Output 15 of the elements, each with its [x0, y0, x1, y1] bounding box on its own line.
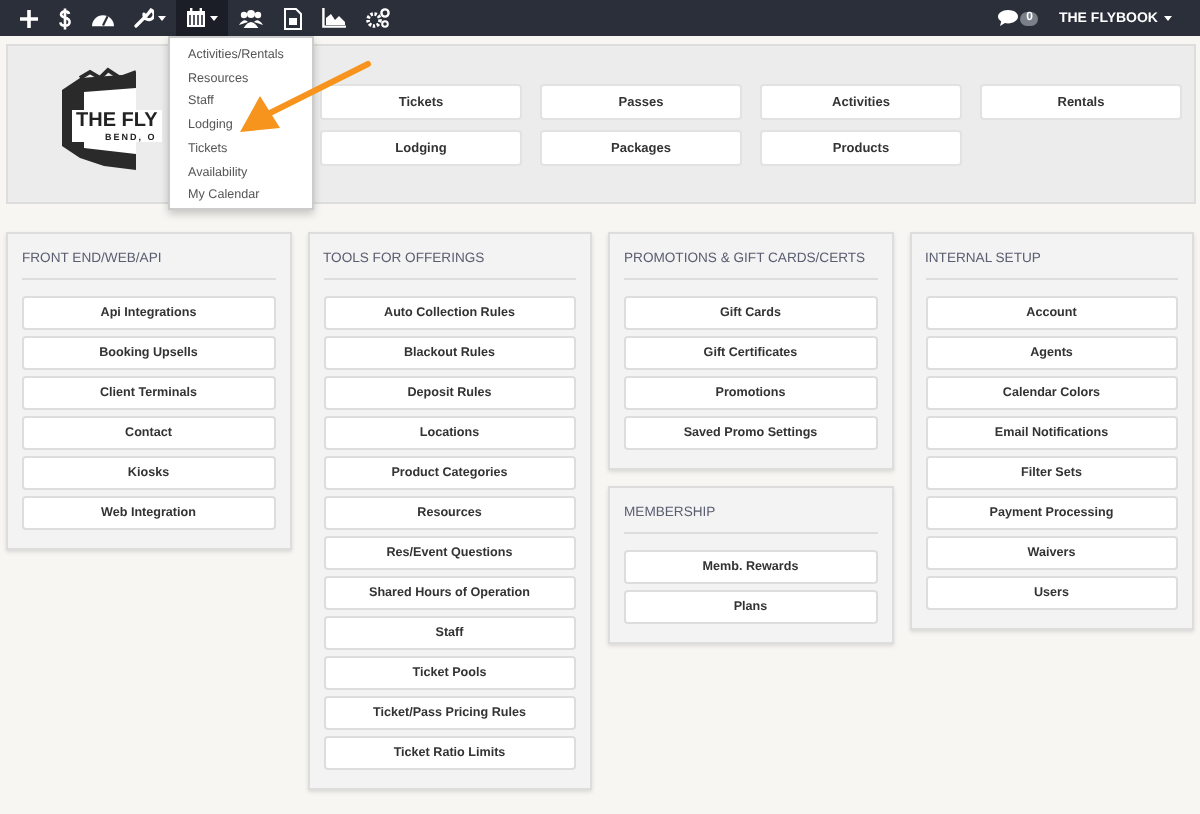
logo-title: THE FLY — [76, 110, 158, 132]
gears-icon — [366, 8, 390, 28]
area-chart-icon — [322, 8, 346, 28]
users-icon — [238, 9, 264, 27]
caret-icon — [1164, 15, 1172, 21]
gauge-icon — [92, 9, 114, 27]
calendar-icon — [186, 8, 206, 28]
caret-icon — [158, 15, 166, 21]
wrench-icon — [134, 8, 154, 28]
calendar-menu[interactable] — [176, 0, 228, 36]
chat-bubble-icon — [998, 10, 1019, 26]
plus-icon — [20, 9, 38, 27]
caret-icon — [210, 15, 218, 21]
document-icon — [284, 7, 302, 29]
dollar-icon — [58, 7, 72, 29]
